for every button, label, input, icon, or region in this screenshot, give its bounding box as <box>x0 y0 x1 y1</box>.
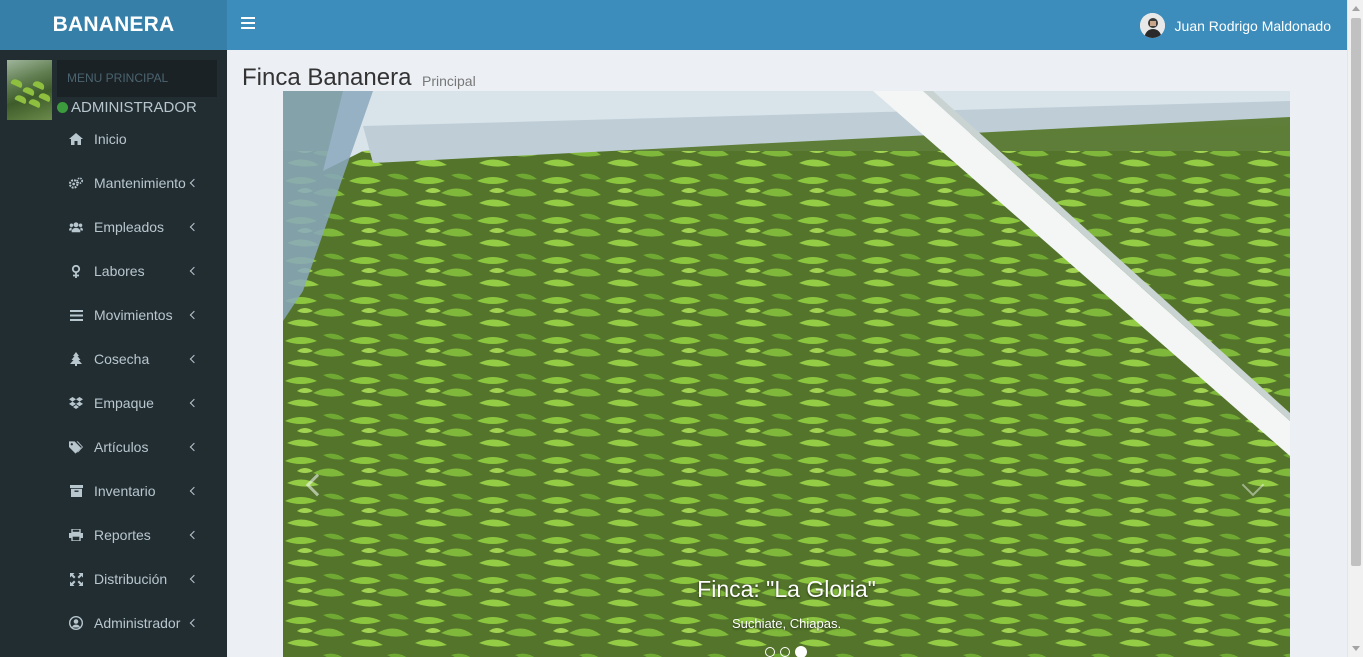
sidebar-item-label: Movimientos <box>94 307 173 323</box>
carousel-indicator[interactable] <box>765 647 775 657</box>
carousel-caption-title: Finca: "La Gloria" <box>697 576 876 602</box>
tree-icon <box>69 352 83 366</box>
sidebar-toggle-icon[interactable] <box>241 17 255 33</box>
dropbox-icon <box>69 396 83 410</box>
user-panel-image <box>7 60 52 120</box>
carousel-indicator[interactable] <box>780 647 790 657</box>
role-label: ADMINISTRADOR <box>71 99 197 116</box>
scroll-up-icon[interactable] <box>1352 6 1360 11</box>
sidebar-item-label: Cosecha <box>94 351 150 367</box>
page-subtitle: Principal <box>422 73 476 89</box>
chevron-left-icon <box>189 530 199 540</box>
user-role: ADMINISTRADOR <box>57 99 197 116</box>
sidebar-item-label: Administrador <box>94 615 181 631</box>
sidebar-item-administrador[interactable]: Administrador <box>0 601 227 645</box>
sidebar-item-label: Mantenimiento <box>94 175 186 191</box>
app-logo[interactable]: BANANERA <box>0 0 227 50</box>
sidebar-item-label: Empaque <box>94 395 154 411</box>
chevron-left-icon <box>189 222 199 232</box>
cogs-icon <box>69 176 83 190</box>
home-icon <box>69 132 83 146</box>
sidebar: MENU PRINCIPAL ADMINISTRADOR Inicio Mant… <box>0 50 227 657</box>
sidebar-item-movimientos[interactable]: Movimientos <box>0 293 227 337</box>
sidebar-item-label: Artículos <box>94 439 149 455</box>
user-circle-icon <box>69 616 83 630</box>
arrows-icon <box>69 572 83 586</box>
chevron-left-icon <box>189 574 199 584</box>
sidebar-item-label: Reportes <box>94 527 151 543</box>
chevron-left-icon <box>189 354 199 364</box>
page-title: Finca Bananera <box>242 64 412 91</box>
sidebar-item-inicio[interactable]: Inicio <box>0 117 227 161</box>
sidebar-item-reportes[interactable]: Reportes <box>0 513 227 557</box>
sidebar-item-label: Inventario <box>94 483 156 499</box>
chevron-left-icon <box>189 486 199 496</box>
scrollbar-thumb[interactable] <box>1351 18 1361 566</box>
sidebar-menu: Inicio Mantenimiento Empleados Labores M… <box>0 117 227 645</box>
sidebar-item-label: Inicio <box>94 131 127 147</box>
chevron-left-icon <box>189 310 199 320</box>
tags-icon <box>69 440 83 454</box>
user-name: Juan Rodrigo Maldonado <box>1174 17 1331 34</box>
carousel-indicators <box>765 646 807 657</box>
users-icon <box>69 220 83 234</box>
sidebar-item-empleados[interactable]: Empleados <box>0 205 227 249</box>
scroll-down-icon[interactable] <box>1352 646 1360 651</box>
print-icon <box>69 528 83 542</box>
chevron-left-icon <box>189 266 199 276</box>
chevron-left-icon <box>189 618 199 628</box>
sidebar-item-inventario[interactable]: Inventario <box>0 469 227 513</box>
sidebar-item-mantenimiento[interactable]: Mantenimiento <box>0 161 227 205</box>
sidebar-item-label: Distribución <box>94 571 168 587</box>
chevron-left-icon <box>189 178 199 188</box>
sidebar-item-empaque[interactable]: Empaque <box>0 381 227 425</box>
sidebar-item-distribucion[interactable]: Distribución <box>0 557 227 601</box>
sidebar-item-articulos[interactable]: Artículos <box>0 425 227 469</box>
menu-header: MENU PRINCIPAL <box>57 60 217 97</box>
page-scrollbar[interactable] <box>1347 0 1363 657</box>
bars-icon <box>69 308 83 322</box>
female-icon <box>69 264 83 278</box>
sidebar-item-label: Labores <box>94 263 145 279</box>
chevron-left-icon <box>189 442 199 452</box>
carousel-caption-subtitle: Suchiate, Chiapas. <box>731 616 842 631</box>
carousel-slide-image <box>283 91 1290 657</box>
chevron-left-icon <box>189 398 199 408</box>
user-menu[interactable]: Juan Rodrigo Maldonado <box>1139 13 1331 38</box>
image-carousel[interactable]: Finca: "La Gloria" Suchiate, Chiapas. <box>283 91 1290 657</box>
carousel-indicator-active[interactable] <box>795 646 807 657</box>
sidebar-item-labores[interactable]: Labores <box>0 249 227 293</box>
avatar <box>1139 13 1165 38</box>
top-navbar: Juan Rodrigo Maldonado <box>227 0 1347 50</box>
sidebar-item-cosecha[interactable]: Cosecha <box>0 337 227 381</box>
archive-icon <box>69 484 83 498</box>
sidebar-item-label: Empleados <box>94 219 165 235</box>
status-dot-icon <box>57 102 68 113</box>
